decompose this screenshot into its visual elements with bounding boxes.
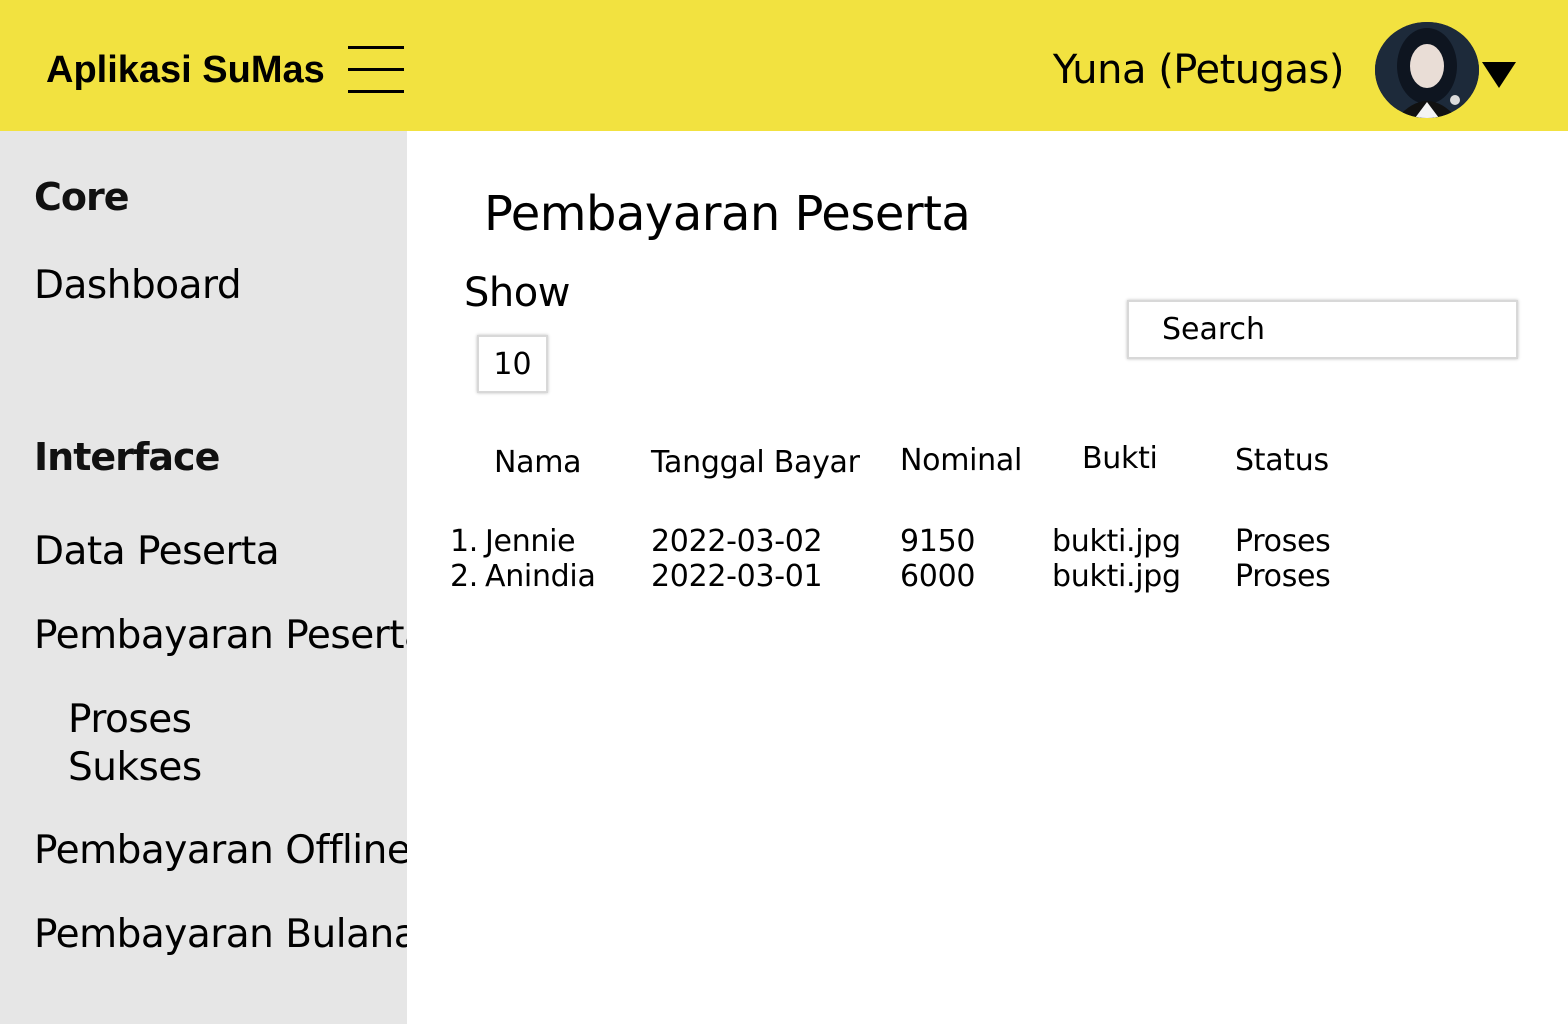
sidebar-heading-interface: Interface: [34, 435, 220, 479]
sidebar-subitem-proses[interactable]: Proses: [68, 697, 192, 742]
app-title: Aplikasi SuMas: [46, 49, 325, 91]
sidebar-subitem-sukses[interactable]: Sukses: [68, 745, 202, 790]
hamburger-menu-icon[interactable]: [348, 46, 404, 94]
cell-status: Proses: [1235, 559, 1331, 594]
cell-nominal: 6000: [900, 559, 976, 594]
column-header-nominal: Nominal: [900, 443, 1022, 478]
show-label: Show: [464, 270, 570, 316]
cell-bukti-link[interactable]: bukti.jpg: [1052, 559, 1181, 594]
cell-tanggal: 2022-03-02: [651, 524, 823, 559]
sidebar-item-pembayaran-bulanan[interactable]: Pembayaran Bulanan: [34, 912, 407, 957]
cell-status: Proses: [1235, 524, 1331, 559]
column-header-tanggal-bayar: Tanggal Bayar: [651, 445, 860, 480]
search-input[interactable]: Search: [1127, 300, 1518, 359]
sidebar: Core Dashboard Interface Data Peserta Pe…: [0, 131, 407, 1024]
column-header-nama: Nama: [494, 445, 582, 480]
row-number: 2.: [450, 559, 479, 594]
sidebar-item-data-peserta[interactable]: Data Peserta: [34, 529, 280, 574]
sidebar-item-pembayaran-offline[interactable]: Pembayaran Offline: [34, 828, 407, 873]
caret-down-icon[interactable]: [1482, 62, 1516, 88]
top-header: Aplikasi SuMas Yuna (Petugas): [0, 0, 1568, 131]
row-number: 1.: [450, 524, 479, 559]
cell-nama: Jennie: [485, 524, 576, 559]
cell-bukti-link[interactable]: bukti.jpg: [1052, 524, 1181, 559]
sidebar-item-pembayaran-peserta[interactable]: Pembayaran Peserta: [34, 613, 407, 658]
cell-tanggal: 2022-03-01: [651, 559, 823, 594]
cell-nama: Anindia: [485, 559, 596, 594]
page-title: Pembayaran Peserta: [484, 186, 971, 242]
user-name-label: Yuna (Petugas): [1052, 47, 1345, 93]
cell-nominal: 9150: [900, 524, 976, 559]
sidebar-item-dashboard[interactable]: Dashboard: [34, 263, 242, 308]
sidebar-heading-core: Core: [34, 175, 130, 219]
entries-per-page-select[interactable]: 10: [477, 335, 548, 393]
user-avatar[interactable]: [1375, 22, 1479, 118]
column-header-status: Status: [1235, 443, 1329, 478]
column-header-bukti: Bukti: [1082, 441, 1158, 476]
